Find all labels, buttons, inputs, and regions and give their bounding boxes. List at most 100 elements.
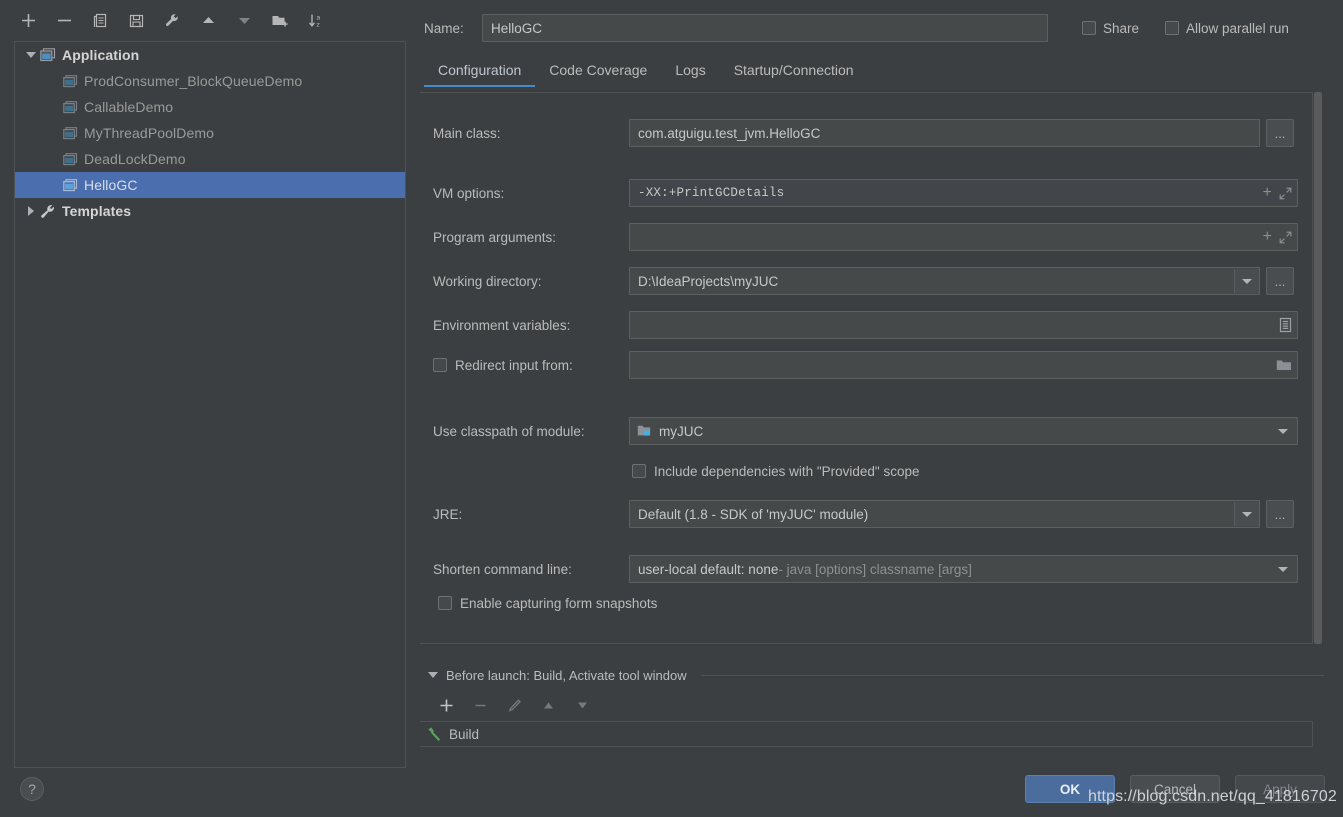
folder-icon[interactable] <box>1276 359 1292 372</box>
insert-macro-icon[interactable]: + <box>1263 228 1272 246</box>
edit-templates-icon[interactable] <box>162 10 182 30</box>
tab-code-coverage[interactable]: Code Coverage <box>535 60 661 87</box>
shorten-command-line-value: user-local default: none <box>638 562 778 577</box>
tree-node-mythreadpooldemo[interactable]: MyThreadPoolDemo <box>15 120 405 146</box>
program-arguments-input[interactable]: + <box>629 223 1298 251</box>
module-icon <box>637 424 652 438</box>
insert-macro-icon[interactable]: + <box>1262 184 1272 202</box>
tree-node-deadlockdemo[interactable]: DeadLockDemo <box>15 146 405 172</box>
vm-options-label-row: VM options: <box>433 179 504 207</box>
name-input[interactable] <box>482 14 1048 42</box>
redirect-input-checkbox[interactable] <box>433 358 447 372</box>
expand-icon[interactable] <box>1279 231 1292 244</box>
vm-options-input[interactable]: -XX:+PrintGCDetails + <box>629 179 1298 207</box>
application-icon <box>39 47 57 63</box>
before-launch-task-label: Build <box>449 727 479 742</box>
classpath-module-dropdown-arrow[interactable] <box>1271 419 1295 443</box>
dialog-button-bar: OK Cancel Apply <box>420 775 1343 817</box>
jre-dropdown-arrow[interactable] <box>1234 502 1259 526</box>
remove-icon[interactable] <box>54 10 74 30</box>
add-icon[interactable] <box>18 10 38 30</box>
expand-twisty-icon[interactable] <box>23 47 39 63</box>
tree-node-application[interactable]: Application <box>15 42 405 68</box>
environment-variables-actions <box>1279 318 1292 333</box>
allow-parallel-run-checkbox-group[interactable]: Allow parallel run <box>1165 21 1289 36</box>
configurations-left-panel: a z Application <box>0 0 420 817</box>
ok-button[interactable]: OK <box>1025 775 1115 803</box>
new-folder-icon[interactable] <box>270 10 290 30</box>
environment-variables-input[interactable] <box>629 311 1298 339</box>
configurations-tree[interactable]: Application ProdConsumer_BlockQueueDemo <box>14 41 406 768</box>
env-editor-icon[interactable] <box>1279 318 1292 333</box>
before-launch-header[interactable]: Before launch: Build, Activate tool wind… <box>428 664 1328 686</box>
run-config-icon <box>61 73 79 89</box>
main-class-label-row: Main class: <box>433 119 501 147</box>
allow-parallel-run-label: Allow parallel run <box>1186 21 1289 36</box>
environment-variables-label: Environment variables: <box>433 318 570 333</box>
shorten-command-line-combo[interactable]: user-local default: none - java [options… <box>629 555 1298 583</box>
include-provided-checkbox-group[interactable]: Include dependencies with "Provided" sco… <box>632 461 920 481</box>
enable-snapshots-checkbox-group[interactable]: Enable capturing form snapshots <box>438 593 657 613</box>
tree-node-prodconsumer-blockqueuedemo[interactable]: ProdConsumer_BlockQueueDemo <box>15 68 405 94</box>
working-directory-browse-button[interactable]: ... <box>1266 267 1294 295</box>
tree-node-label: DeadLockDemo <box>84 151 186 167</box>
run-config-icon <box>61 151 79 167</box>
tree-node-label: Templates <box>62 203 131 219</box>
main-class-browse-button[interactable]: ... <box>1266 119 1294 147</box>
sort-alphabetically-icon[interactable]: a z <box>306 10 326 30</box>
jre-combo[interactable]: Default (1.8 - SDK of 'myJUC' module) <box>629 500 1260 528</box>
shorten-command-line-hint: - java [options] classname [args] <box>778 562 972 577</box>
copy-icon[interactable] <box>90 10 110 30</box>
move-up-icon[interactable] <box>198 10 218 30</box>
expand-icon[interactable] <box>1279 187 1292 200</box>
tree-node-templates[interactable]: Templates <box>15 198 405 224</box>
share-checkbox-group[interactable]: Share <box>1082 21 1139 36</box>
before-launch-twisty-icon[interactable] <box>428 672 438 678</box>
tree-node-callabledemo[interactable]: CallableDemo <box>15 94 405 120</box>
working-directory-label: Working directory: <box>433 274 542 289</box>
edit-task-icon <box>504 695 524 715</box>
before-launch-task-list[interactable]: Build <box>420 721 1313 747</box>
build-hammer-icon <box>426 726 442 742</box>
before-launch-title: Before launch: Build, Activate tool wind… <box>446 668 687 683</box>
working-directory-dropdown-arrow[interactable] <box>1234 269 1259 293</box>
jre-browse-button[interactable]: ... <box>1266 500 1294 528</box>
run-config-icon <box>61 125 79 141</box>
shorten-command-line-label: Shorten command line: <box>433 562 572 577</box>
move-task-up-icon <box>538 695 558 715</box>
include-provided-checkbox[interactable] <box>632 464 646 478</box>
cancel-button[interactable]: Cancel <box>1130 775 1220 803</box>
configuration-form: Main class: com.atguigu.test_jvm.HelloGC… <box>420 92 1313 644</box>
move-down-icon[interactable] <box>234 10 254 30</box>
form-scrollbar-thumb[interactable] <box>1314 92 1322 644</box>
tree-node-label: ProdConsumer_BlockQueueDemo <box>84 73 302 89</box>
tab-logs[interactable]: Logs <box>661 60 719 87</box>
form-scrollbar-track[interactable] <box>1313 92 1323 644</box>
allow-parallel-run-checkbox[interactable] <box>1165 21 1179 35</box>
working-directory-input[interactable]: D:\IdeaProjects\myJUC <box>629 267 1260 295</box>
add-task-icon[interactable] <box>436 695 456 715</box>
apply-button[interactable]: Apply <box>1235 775 1325 803</box>
tab-configuration[interactable]: Configuration <box>424 60 535 87</box>
tab-startup-connection[interactable]: Startup/Connection <box>720 60 868 87</box>
help-button[interactable]: ? <box>20 777 44 801</box>
svg-text:z: z <box>316 21 319 28</box>
redirect-input-field[interactable] <box>629 351 1298 379</box>
save-icon[interactable] <box>126 10 146 30</box>
enable-snapshots-checkbox[interactable] <box>438 596 452 610</box>
redirect-input-checkbox-group[interactable]: Redirect input from: <box>433 355 573 375</box>
shorten-command-line-dropdown-arrow[interactable] <box>1271 557 1295 581</box>
tree-node-label: Application <box>62 47 139 63</box>
jre-label-row: JRE: <box>433 500 462 528</box>
working-directory-label-row: Working directory: <box>433 267 542 295</box>
main-class-input[interactable]: com.atguigu.test_jvm.HelloGC <box>629 119 1260 147</box>
enable-snapshots-label: Enable capturing form snapshots <box>460 596 657 611</box>
collapse-twisty-icon[interactable] <box>23 203 39 219</box>
name-row: Name: Share Allow parallel run <box>424 13 1339 43</box>
classpath-module-combo[interactable]: myJUC <box>629 417 1298 445</box>
share-checkbox[interactable] <box>1082 21 1096 35</box>
redirect-input-label: Redirect input from: <box>455 358 573 373</box>
tree-node-hellogc[interactable]: HelloGC <box>15 172 405 198</box>
main-class-label: Main class: <box>433 126 501 141</box>
classpath-module-label: Use classpath of module: <box>433 424 585 439</box>
